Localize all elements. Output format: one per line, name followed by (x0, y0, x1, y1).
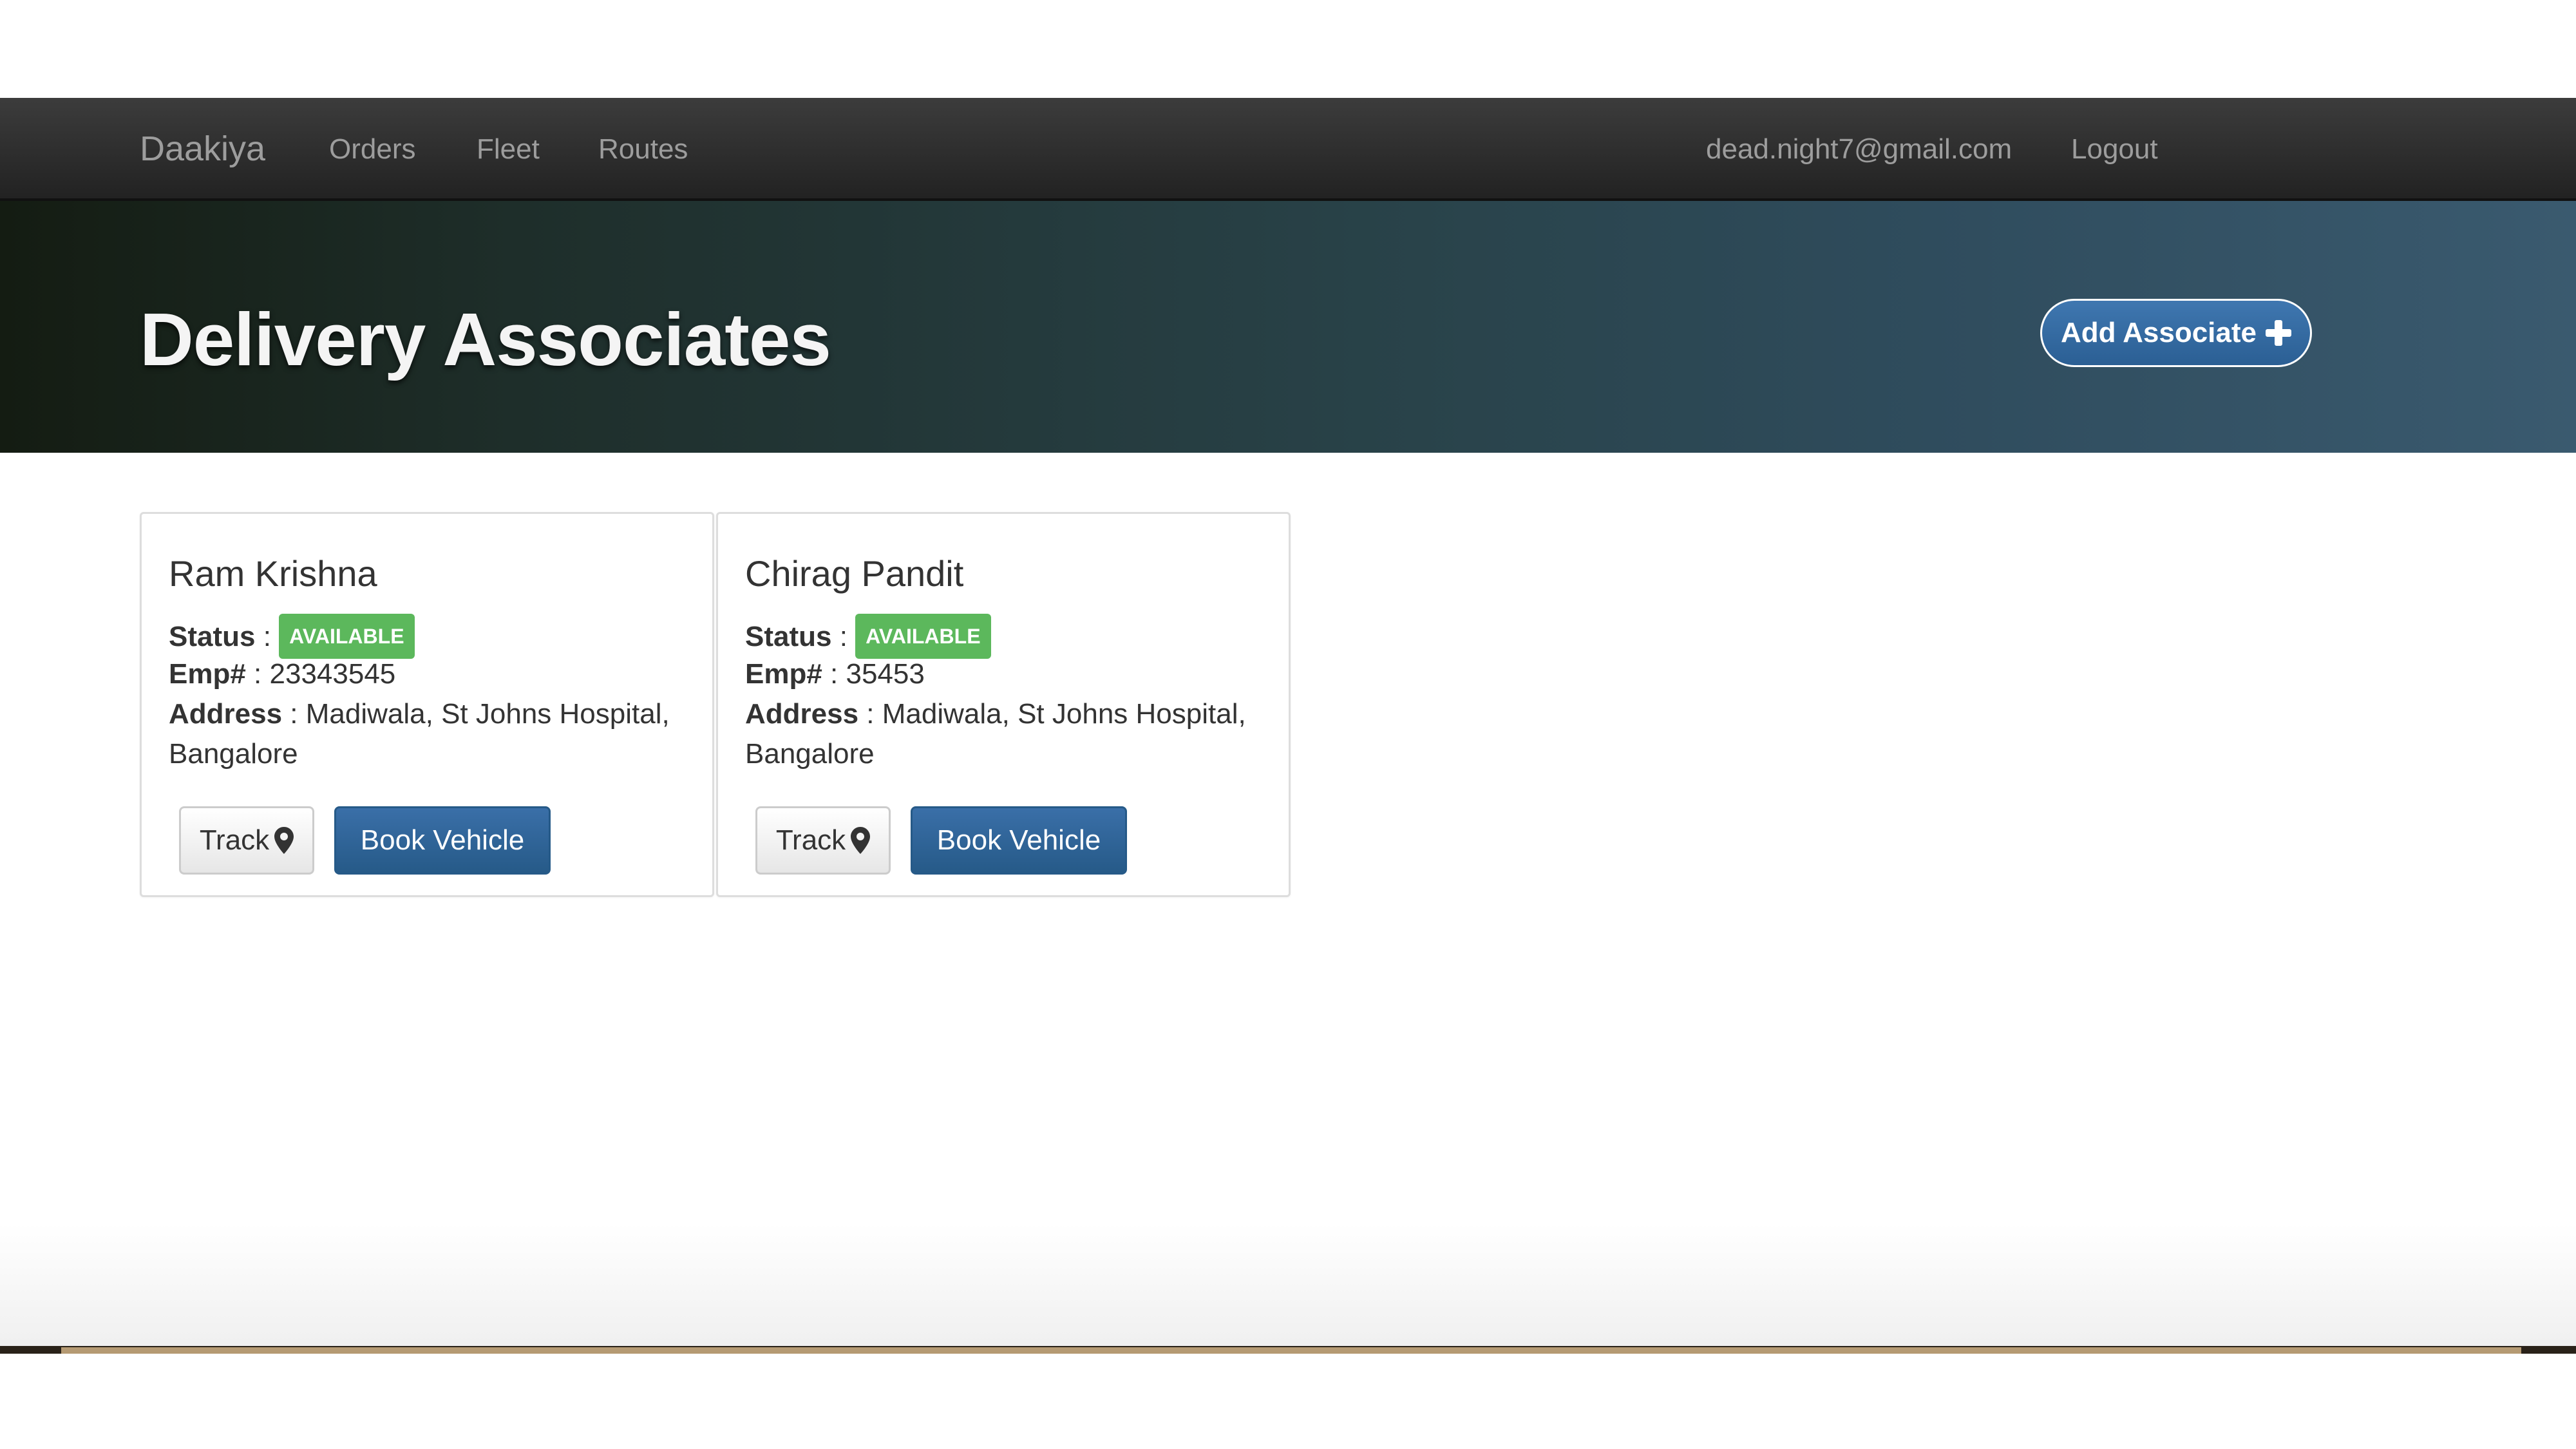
separator: : (282, 698, 306, 730)
status-badge: AVAILABLE (855, 614, 991, 659)
emp-value: 35453 (846, 658, 925, 690)
user-email-link[interactable]: dead.night7@gmail.com (1706, 133, 2012, 166)
associate-name: Ram Krishna (169, 553, 377, 594)
page: Daakiya Orders Fleet Routes dead.night7@… (0, 0, 2576, 1449)
track-label: Track (775, 824, 846, 856)
associate-status-line: Status : AVAILABLE (169, 614, 415, 659)
track-button[interactable]: Track (755, 806, 891, 875)
separator: : (255, 621, 279, 652)
bottom-shadow (0, 1224, 2576, 1346)
associate-card: Chirag Pandit Status : AVAILABLE Emp# : … (716, 512, 1291, 897)
plus-icon (2266, 320, 2291, 346)
book-vehicle-button[interactable]: Book Vehicle (911, 806, 1127, 875)
emp-value: 23343545 (269, 658, 396, 690)
book-vehicle-button[interactable]: Book Vehicle (334, 806, 551, 875)
associate-card: Ram Krishna Status : AVAILABLE Emp# : 23… (140, 512, 714, 897)
separator: : (822, 658, 846, 690)
status-badge: AVAILABLE (279, 614, 415, 659)
associate-status-line: Status : AVAILABLE (745, 614, 991, 659)
screen-bottom-bezel (61, 1347, 2521, 1354)
brand-link[interactable]: Daakiya (140, 129, 265, 169)
separator: : (245, 658, 270, 690)
nav-fleet-link[interactable]: Fleet (477, 133, 540, 166)
track-label: Track (199, 824, 270, 856)
page-header-banner: Delivery Associates Add Associate (0, 201, 2576, 453)
emp-label: Emp# (169, 658, 246, 690)
add-associate-label: Add Associate (2060, 317, 2257, 348)
address-label: Address (169, 698, 283, 730)
nav-routes-link[interactable]: Routes (598, 133, 688, 166)
map-marker-icon (851, 827, 871, 854)
status-label: Status (169, 621, 256, 652)
map-marker-icon (274, 827, 294, 854)
associate-emp-line: Emp# : 23343545 (169, 654, 395, 694)
separator: : (831, 621, 856, 652)
associate-address-line: Address : Madiwala, St Johns Hospital, B… (745, 694, 1273, 774)
associate-address-line: Address : Madiwala, St Johns Hospital, B… (169, 694, 697, 774)
emp-label: Emp# (745, 658, 822, 690)
associate-name: Chirag Pandit (745, 553, 964, 594)
add-associate-button[interactable]: Add Associate (2040, 299, 2312, 367)
status-label: Status (745, 621, 832, 652)
logout-link[interactable]: Logout (2071, 133, 2158, 166)
top-navbar: Daakiya Orders Fleet Routes dead.night7@… (0, 98, 2576, 201)
address-label: Address (745, 698, 859, 730)
page-title: Delivery Associates (140, 298, 831, 381)
nav-orders-link[interactable]: Orders (329, 133, 415, 166)
track-button[interactable]: Track (179, 806, 314, 875)
associate-emp-line: Emp# : 35453 (745, 654, 925, 694)
separator: : (858, 698, 882, 730)
